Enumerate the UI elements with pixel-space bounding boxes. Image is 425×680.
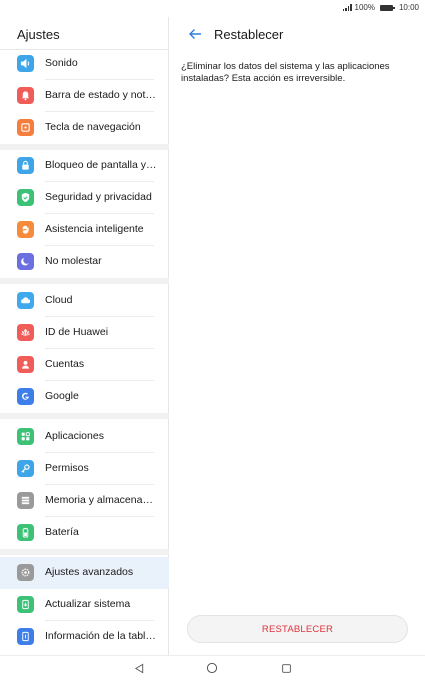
settings-item-permissions[interactable]: Permisos	[0, 453, 169, 485]
settings-item-tablet-info[interactable]: Información de la tableta	[0, 621, 169, 653]
lock-icon	[17, 157, 34, 174]
settings-item-label: Google	[45, 390, 79, 402]
group-spacer	[0, 549, 169, 555]
settings-item-label: Memoria y almacenamiento	[45, 494, 157, 506]
settings-item-label: Tecla de navegación	[45, 121, 141, 133]
settings-item-label: Ajustes avanzados	[45, 566, 134, 578]
settings-item-label: Sonido	[45, 57, 78, 69]
settings-item-label: Barra de estado y notificaciones	[45, 89, 157, 101]
settings-item-label: Cloud	[45, 294, 73, 306]
reset-warning-message: ¿Eliminar los datos del sistema y las ap…	[181, 61, 390, 84]
tablet-info-icon	[17, 628, 34, 645]
shield-check-icon	[17, 189, 34, 206]
person-icon	[17, 356, 34, 373]
battery-icon	[17, 524, 34, 541]
settings-item-screen-lock[interactable]: Bloqueo de pantalla y contraseñas	[0, 150, 169, 182]
settings-item-label: ID de Huawei	[45, 326, 109, 338]
settings-item-status-bar[interactable]: Barra de estado y notificaciones	[0, 80, 169, 112]
back-arrow-icon[interactable]	[188, 27, 202, 41]
settings-item-apps[interactable]: Aplicaciones	[0, 421, 169, 453]
back-nav-icon[interactable]	[132, 661, 146, 675]
speaker-icon	[17, 55, 34, 72]
battery-percent: 100%	[354, 3, 375, 12]
system-update-icon	[17, 596, 34, 613]
reset-button[interactable]: RESTABLECER	[187, 615, 408, 643]
huawei-icon	[17, 324, 34, 341]
moon-icon	[17, 253, 34, 270]
signal-icon	[342, 4, 352, 11]
recents-nav-icon[interactable]	[279, 661, 293, 675]
settings-item-storage[interactable]: Memoria y almacenamiento	[0, 485, 169, 517]
settings-item-do-not-disturb[interactable]: No molestar	[0, 246, 169, 278]
settings-item-label: Actualizar sistema	[45, 598, 131, 610]
settings-item-system-update[interactable]: Actualizar sistema	[0, 589, 169, 621]
settings-item-label: Permisos	[45, 462, 89, 474]
clock: 10:00	[398, 3, 419, 12]
nav-key-icon	[17, 119, 34, 136]
group-spacer	[0, 278, 169, 284]
bell-icon	[17, 87, 34, 104]
cloud-icon	[17, 292, 34, 309]
settings-item-google[interactable]: Google	[0, 381, 169, 413]
settings-item-label: No molestar	[45, 255, 102, 267]
settings-item-cloud[interactable]: Cloud	[0, 285, 169, 317]
storage-icon	[17, 492, 34, 509]
gear-icon	[17, 564, 34, 581]
hand-icon	[17, 221, 34, 238]
settings-item-label: Bloqueo de pantalla y contraseñas	[45, 159, 157, 171]
settings-item-smart-assistance[interactable]: Asistencia inteligente	[0, 214, 169, 246]
settings-item-label: Seguridad y privacidad	[45, 191, 152, 203]
settings-item-label: Cuentas	[45, 358, 85, 370]
settings-list-pane: Ajustes Sonido Barra de estado y notific…	[0, 17, 169, 655]
navigation-bar	[0, 655, 425, 680]
reset-detail-pane: Restablecer ¿Eliminar los datos del sist…	[170, 17, 425, 655]
status-indicators: 100% 10:00	[342, 3, 419, 12]
key-icon	[17, 460, 34, 477]
settings-item-accounts[interactable]: Cuentas	[0, 349, 169, 381]
status-bar: 100% 10:00	[0, 0, 425, 17]
google-icon	[17, 388, 34, 405]
settings-item-label: Información de la tableta	[45, 630, 157, 642]
settings-item-label: Aplicaciones	[45, 430, 104, 442]
home-nav-icon[interactable]	[205, 661, 219, 675]
page-title: Restablecer	[214, 27, 284, 42]
settings-title: Ajustes	[17, 27, 60, 42]
settings-item-sound[interactable]: Sonido	[0, 48, 169, 80]
settings-item-security[interactable]: Seguridad y privacidad	[0, 182, 169, 214]
battery-icon	[379, 4, 395, 11]
settings-item-navigation-key[interactable]: Tecla de navegación	[0, 112, 169, 144]
group-spacer	[0, 413, 169, 419]
settings-item-label: Asistencia inteligente	[45, 223, 144, 235]
settings-item-label: Batería	[45, 526, 79, 538]
settings-item-battery[interactable]: Batería	[0, 517, 169, 549]
apps-grid-icon	[17, 428, 34, 445]
settings-item-advanced[interactable]: Ajustes avanzados	[0, 557, 169, 589]
settings-item-huawei-id[interactable]: ID de Huawei	[0, 317, 169, 349]
